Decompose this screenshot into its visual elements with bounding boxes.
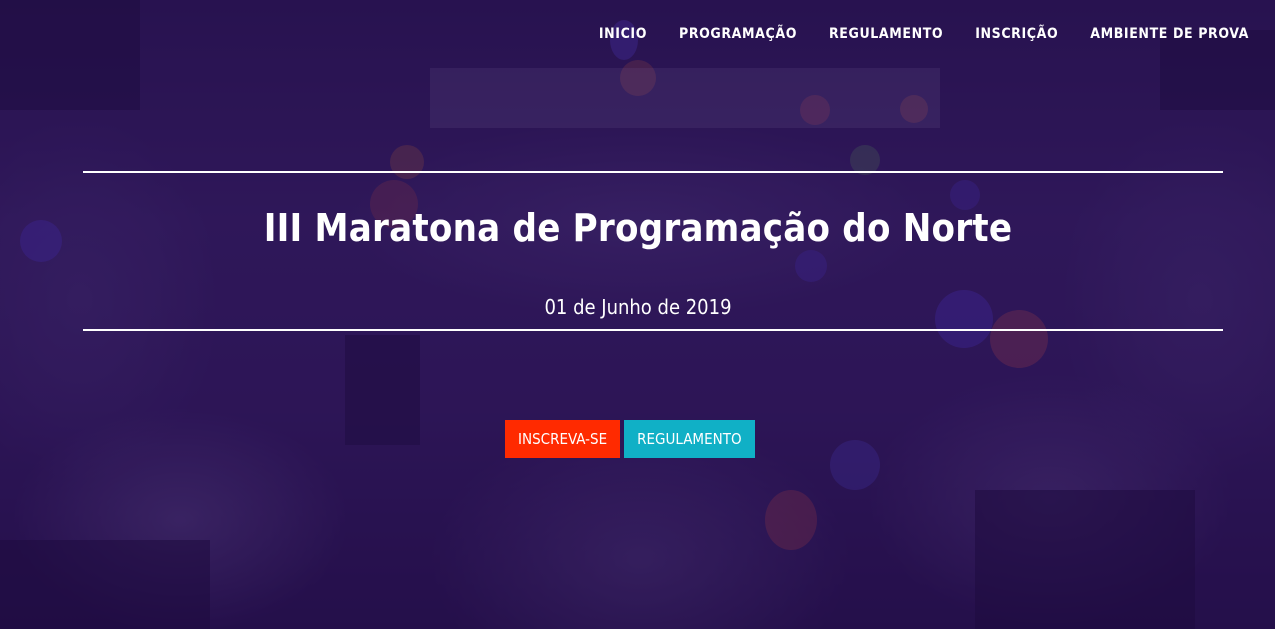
title-bottom-divider — [83, 329, 1223, 331]
nav-item-programacao[interactable]: PROGRAMAÇÃO — [679, 24, 797, 44]
page-title: III Maratona de Programação do Norte — [263, 206, 1013, 250]
main-navigation: INICIO PROGRAMAÇÃO REGULAMENTO INSCRIÇÃO… — [567, 24, 1249, 44]
nav-item-regulamento[interactable]: REGULAMENTO — [829, 24, 943, 44]
nav-item-inscricao[interactable]: INSCRIÇÃO — [975, 24, 1058, 44]
title-top-divider — [83, 171, 1223, 173]
event-date: 01 de Junho de 2019 — [544, 295, 732, 319]
nav-item-inicio[interactable]: INICIO — [599, 24, 647, 44]
subscribe-button[interactable]: INSCREVA-SE — [505, 420, 621, 458]
nav-item-ambiente-de-prova[interactable]: AMBIENTE DE PROVA — [1090, 24, 1249, 44]
hero-actions: INSCREVA-SE REGULAMENTO — [505, 420, 755, 458]
rules-button[interactable]: REGULAMENTO — [624, 420, 755, 458]
